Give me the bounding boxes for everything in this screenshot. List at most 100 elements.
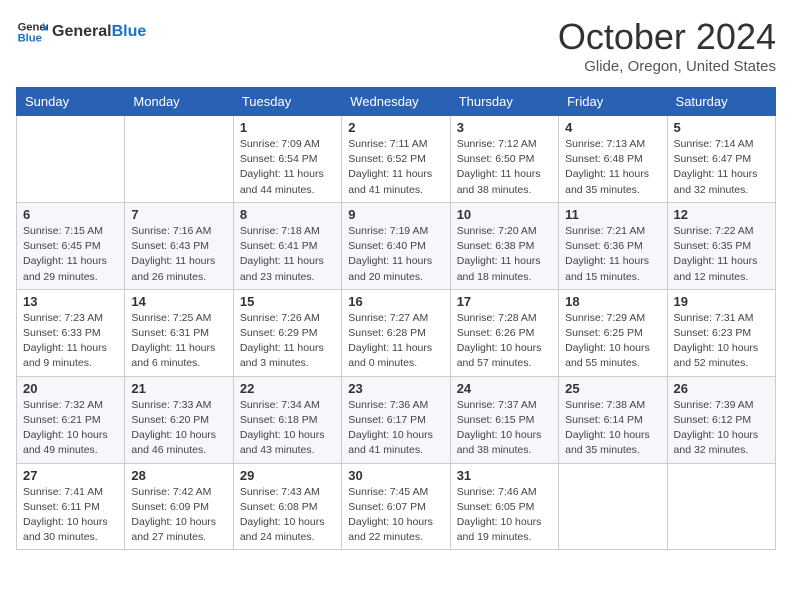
calendar-cell: 14 Sunrise: 7:25 AM Sunset: 6:31 PM Dayli… [125, 289, 233, 376]
day-info: Sunrise: 7:12 AM Sunset: 6:50 PM Dayligh… [457, 137, 552, 198]
day-number: 13 [23, 294, 118, 309]
day-info: Sunrise: 7:43 AM Sunset: 6:08 PM Dayligh… [240, 485, 335, 546]
calendar-cell: 3 Sunrise: 7:12 AM Sunset: 6:50 PM Daylig… [450, 116, 558, 203]
day-number: 1 [240, 120, 335, 135]
calendar-cell: 12 Sunrise: 7:22 AM Sunset: 6:35 PM Dayli… [667, 202, 775, 289]
calendar-cell [125, 116, 233, 203]
day-number: 14 [131, 294, 226, 309]
day-info: Sunrise: 7:37 AM Sunset: 6:15 PM Dayligh… [457, 398, 552, 459]
day-info: Sunrise: 7:22 AM Sunset: 6:35 PM Dayligh… [674, 224, 769, 285]
day-info: Sunrise: 7:34 AM Sunset: 6:18 PM Dayligh… [240, 398, 335, 459]
day-number: 21 [131, 381, 226, 396]
day-number: 5 [674, 120, 769, 135]
day-number: 15 [240, 294, 335, 309]
day-info: Sunrise: 7:14 AM Sunset: 6:47 PM Dayligh… [674, 137, 769, 198]
calendar-cell [559, 463, 667, 550]
day-info: Sunrise: 7:09 AM Sunset: 6:54 PM Dayligh… [240, 137, 335, 198]
title-block: October 2024 Glide, Oregon, United State… [558, 16, 776, 75]
day-header-sunday: Sunday [17, 88, 125, 116]
calendar-cell: 26 Sunrise: 7:39 AM Sunset: 6:12 PM Dayli… [667, 376, 775, 463]
calendar-cell: 2Sunrise: 7:11 AM Sunset: 6:52 PM Daylig… [342, 116, 450, 203]
day-number: 4 [565, 120, 660, 135]
day-header-tuesday: Tuesday [233, 88, 341, 116]
calendar-cell: 24 Sunrise: 7:37 AM Sunset: 6:15 PM Dayli… [450, 376, 558, 463]
day-info: Sunrise: 7:45 AM Sunset: 6:07 PM Dayligh… [348, 485, 443, 546]
calendar-cell: 28 Sunrise: 7:42 AM Sunset: 6:09 PM Dayli… [125, 463, 233, 550]
day-number: 10 [457, 207, 552, 222]
day-info: Sunrise: 7:19 AM Sunset: 6:40 PM Dayligh… [348, 224, 443, 285]
day-number: 23 [348, 381, 443, 396]
calendar-cell: 10 Sunrise: 7:20 AM Sunset: 6:38 PM Dayli… [450, 202, 558, 289]
page-header: General Blue GeneralBlue October 2024 Gl… [16, 16, 776, 75]
day-number: 17 [457, 294, 552, 309]
day-header-thursday: Thursday [450, 88, 558, 116]
location: Glide, Oregon, United States [558, 58, 776, 75]
day-number: 3 [457, 120, 552, 135]
day-info: Sunrise: 7:36 AM Sunset: 6:17 PM Dayligh… [348, 398, 443, 459]
calendar-cell: 5 Sunrise: 7:14 AM Sunset: 6:47 PM Daylig… [667, 116, 775, 203]
day-info: Sunrise: 7:31 AM Sunset: 6:23 PM Dayligh… [674, 311, 769, 372]
day-number: 27 [23, 468, 118, 483]
day-info: Sunrise: 7:39 AM Sunset: 6:12 PM Dayligh… [674, 398, 769, 459]
calendar-cell: 25Sunrise: 7:38 AM Sunset: 6:14 PM Dayli… [559, 376, 667, 463]
day-header-friday: Friday [559, 88, 667, 116]
day-number: 7 [131, 207, 226, 222]
logo: General Blue GeneralBlue [16, 16, 146, 48]
calendar-cell: 9 Sunrise: 7:19 AM Sunset: 6:40 PM Daylig… [342, 202, 450, 289]
calendar-cell: 30 Sunrise: 7:45 AM Sunset: 6:07 PM Dayli… [342, 463, 450, 550]
day-number: 30 [348, 468, 443, 483]
calendar-cell: 31Sunrise: 7:46 AM Sunset: 6:05 PM Dayli… [450, 463, 558, 550]
day-info: Sunrise: 7:25 AM Sunset: 6:31 PM Dayligh… [131, 311, 226, 372]
day-number: 28 [131, 468, 226, 483]
day-number: 18 [565, 294, 660, 309]
day-number: 12 [674, 207, 769, 222]
day-info: Sunrise: 7:28 AM Sunset: 6:26 PM Dayligh… [457, 311, 552, 372]
svg-text:Blue: Blue [18, 33, 42, 45]
day-number: 9 [348, 207, 443, 222]
day-number: 6 [23, 207, 118, 222]
calendar-cell: 19 Sunrise: 7:31 AM Sunset: 6:23 PM Dayli… [667, 289, 775, 376]
calendar: SundayMondayTuesdayWednesdayThursdayFrid… [16, 87, 776, 550]
day-info: Sunrise: 7:16 AM Sunset: 6:43 PM Dayligh… [131, 224, 226, 285]
day-header-wednesday: Wednesday [342, 88, 450, 116]
day-number: 29 [240, 468, 335, 483]
calendar-cell: 18 Sunrise: 7:29 AM Sunset: 6:25 PM Dayli… [559, 289, 667, 376]
calendar-cell: 16 Sunrise: 7:27 AM Sunset: 6:28 PM Dayli… [342, 289, 450, 376]
day-info: Sunrise: 7:20 AM Sunset: 6:38 PM Dayligh… [457, 224, 552, 285]
day-info: Sunrise: 7:33 AM Sunset: 6:20 PM Dayligh… [131, 398, 226, 459]
day-number: 24 [457, 381, 552, 396]
calendar-cell: 22 Sunrise: 7:34 AM Sunset: 6:18 PM Dayli… [233, 376, 341, 463]
day-info: Sunrise: 7:13 AM Sunset: 6:48 PM Dayligh… [565, 137, 660, 198]
calendar-cell: 7 Sunrise: 7:16 AM Sunset: 6:43 PM Daylig… [125, 202, 233, 289]
day-number: 25 [565, 381, 660, 396]
day-number: 20 [23, 381, 118, 396]
calendar-cell: 1 Sunrise: 7:09 AM Sunset: 6:54 PM Daylig… [233, 116, 341, 203]
day-info: Sunrise: 7:21 AM Sunset: 6:36 PM Dayligh… [565, 224, 660, 285]
calendar-cell: 15 Sunrise: 7:26 AM Sunset: 6:29 PM Dayli… [233, 289, 341, 376]
day-info: Sunrise: 7:27 AM Sunset: 6:28 PM Dayligh… [348, 311, 443, 372]
calendar-cell: 17 Sunrise: 7:28 AM Sunset: 6:26 PM Dayli… [450, 289, 558, 376]
day-number: 26 [674, 381, 769, 396]
day-number: 11 [565, 207, 660, 222]
logo-text: GeneralBlue [52, 22, 146, 41]
day-info: Sunrise: 7:46 AM Sunset: 6:05 PM Dayligh… [457, 485, 552, 546]
calendar-cell: 11 Sunrise: 7:21 AM Sunset: 6:36 PM Dayli… [559, 202, 667, 289]
day-info: Sunrise: 7:26 AM Sunset: 6:29 PM Dayligh… [240, 311, 335, 372]
calendar-cell: 27Sunrise: 7:41 AM Sunset: 6:11 PM Dayli… [17, 463, 125, 550]
day-info: Sunrise: 7:42 AM Sunset: 6:09 PM Dayligh… [131, 485, 226, 546]
calendar-cell: 23 Sunrise: 7:36 AM Sunset: 6:17 PM Dayli… [342, 376, 450, 463]
day-number: 16 [348, 294, 443, 309]
day-info: Sunrise: 7:29 AM Sunset: 6:25 PM Dayligh… [565, 311, 660, 372]
day-number: 8 [240, 207, 335, 222]
calendar-cell: 4 Sunrise: 7:13 AM Sunset: 6:48 PM Daylig… [559, 116, 667, 203]
day-header-saturday: Saturday [667, 88, 775, 116]
calendar-cell: 29 Sunrise: 7:43 AM Sunset: 6:08 PM Dayli… [233, 463, 341, 550]
day-number: 22 [240, 381, 335, 396]
day-info: Sunrise: 7:18 AM Sunset: 6:41 PM Dayligh… [240, 224, 335, 285]
calendar-cell: 6 Sunrise: 7:15 AM Sunset: 6:45 PM Daylig… [17, 202, 125, 289]
day-info: Sunrise: 7:15 AM Sunset: 6:45 PM Dayligh… [23, 224, 118, 285]
day-number: 19 [674, 294, 769, 309]
calendar-cell: 20Sunrise: 7:32 AM Sunset: 6:21 PM Dayli… [17, 376, 125, 463]
calendar-cell: 13 Sunrise: 7:23 AM Sunset: 6:33 PM Dayli… [17, 289, 125, 376]
day-info: Sunrise: 7:23 AM Sunset: 6:33 PM Dayligh… [23, 311, 118, 372]
